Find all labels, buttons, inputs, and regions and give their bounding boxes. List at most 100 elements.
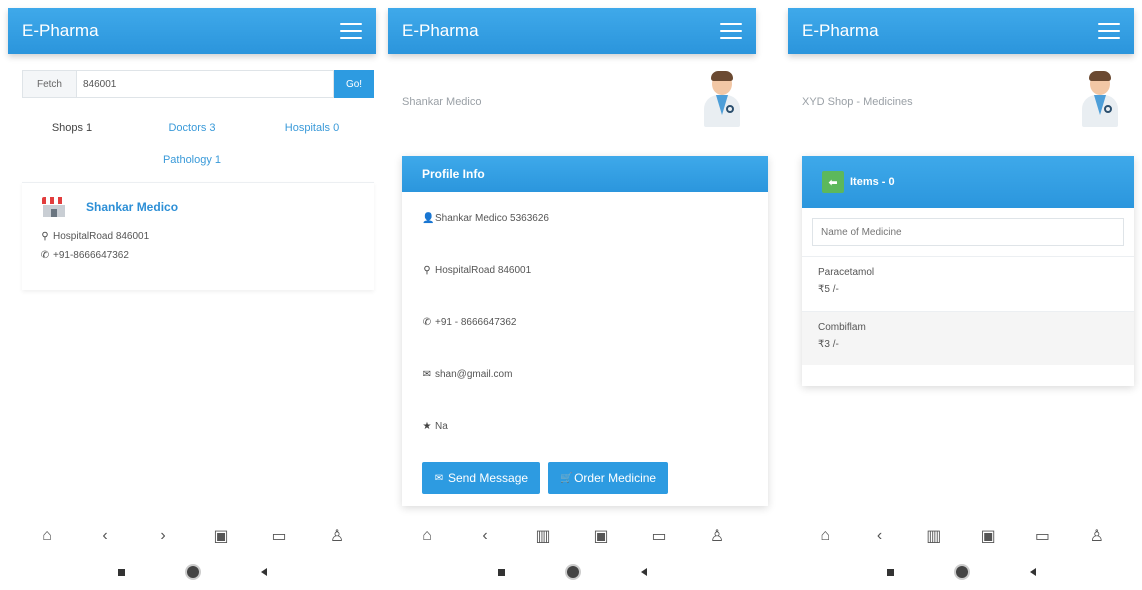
app-bar: E-Pharma [788,8,1134,54]
home-button-icon[interactable] [955,566,968,578]
home-button-icon[interactable] [186,566,199,578]
category-tabs: Shops 1 Doctors 3 Hospitals 0 Pathology … [8,116,376,172]
items-card-header: ⬅ Items - 0 [802,156,1134,208]
system-nav-bar [388,560,756,584]
shop-address-text: HospitalRoad 846001 [53,231,150,242]
doctor-avatar-icon [702,71,742,127]
tabs-icon[interactable]: ▣ [209,526,233,546]
medicine-price: ₹5 /- [818,284,839,295]
profile-card-title: Profile Info [402,156,768,192]
system-back-icon[interactable] [260,568,267,576]
folder-icon[interactable]: ▭ [267,526,291,546]
app-bar: E-Pharma [8,8,376,54]
shop-address: ⚲ HospitalRoad 846001 [40,231,356,242]
system-nav-bar [8,560,376,584]
browser-nav-bar: ⌂ ‹ › ▣ ▭ ♙ [8,516,376,556]
browser-nav-bar: ⌂ ‹ ▥ ▣ ▭ ♙ [388,516,756,556]
tab-hospitals[interactable]: Hospitals 0 [252,116,372,140]
phone-icon: ✆ [40,250,50,261]
folder-icon[interactable]: ▭ [647,526,671,546]
screen-medicines: E-Pharma XYD Shop - Medicines ⬅ Items - … [788,8,1134,590]
arrow-left-icon[interactable]: ⬅ [822,171,844,193]
profile-icon[interactable]: ♙ [325,526,349,546]
profile-card: Profile Info 👤 Shankar Medico 5363626 ⚲ … [402,156,768,506]
home-button-icon[interactable] [566,566,579,578]
order-medicine-label: Order Medicine [574,471,657,485]
app-title: E-Pharma [22,21,99,40]
shop-header: Shankar Medico [388,54,756,144]
store-icon [40,197,68,217]
tabs-icon[interactable]: ▣ [976,526,1000,546]
profile-rating: Na [435,420,448,432]
shop-phone: ✆ +91-8666647362 [40,250,356,261]
profile-actions: ✉ Send Message 🛒 Order Medicine [402,452,768,494]
forward-icon[interactable]: › [151,527,175,545]
star-icon: ★ [422,420,432,432]
send-message-button[interactable]: ✉ Send Message [422,462,541,494]
reader-icon[interactable]: ▥ [922,526,946,546]
shop-phone-text: +91-8666647362 [53,250,129,261]
back-icon[interactable]: ‹ [867,527,891,545]
phone-icon: ✆ [422,316,432,328]
recents-icon[interactable] [497,568,505,576]
shop-title: Shankar Medico [402,96,482,108]
profile-rating-row: ★ Na [402,400,768,452]
envelope-icon: ✉ [422,368,432,380]
profile-phone-row: ✆ +91 - 8666647362 [402,296,768,348]
fetch-label: Fetch [22,70,76,98]
browser-nav-bar: ⌂ ‹ ▥ ▣ ▭ ♙ [788,516,1134,556]
tab-pathology[interactable]: Pathology 1 [132,148,252,172]
system-nav-bar [788,560,1134,584]
profile-address-row: ⚲ HospitalRoad 846001 [402,244,768,296]
tab-doctors[interactable]: Doctors 3 [132,116,252,140]
message-icon: ✉ [434,472,444,484]
menu-icon[interactable] [1098,23,1120,39]
map-marker-icon: ⚲ [41,231,49,242]
fetch-bar: Fetch Go! [22,70,374,98]
map-marker-icon: ⚲ [423,264,431,276]
reader-icon[interactable]: ▥ [531,526,555,546]
profile-icon[interactable]: ♙ [1085,526,1109,546]
home-icon[interactable]: ⌂ [813,527,837,545]
tabs-icon[interactable]: ▣ [589,526,613,546]
doctor-avatar-icon [1080,71,1120,127]
back-icon[interactable]: ‹ [93,527,117,545]
tab-shops[interactable]: Shops 1 [12,116,132,140]
menu-icon[interactable] [340,23,362,39]
medicine-name: Paracetamol [818,267,875,278]
screen-search: E-Pharma Fetch Go! Shops 1 Doctors 3 Hos… [8,8,376,590]
profile-address: HospitalRoad 846001 [435,264,532,276]
folder-icon[interactable]: ▭ [1030,526,1054,546]
list-item[interactable]: Combiflam ₹3 /- [802,311,1134,365]
menu-icon[interactable] [720,23,742,39]
profile-icon[interactable]: ♙ [705,526,729,546]
order-medicine-button[interactable]: 🛒 Order Medicine [548,462,669,494]
send-message-label: Send Message [448,471,529,485]
cart-icon: 🛒 [560,472,573,484]
shop-title: XYD Shop - Medicines [802,96,913,108]
home-icon[interactable]: ⌂ [35,527,59,545]
medicine-price: ₹3 /- [818,339,839,350]
system-back-icon[interactable] [1029,568,1036,576]
shop-name-link[interactable]: Shankar Medico [86,200,178,214]
app-title: E-Pharma [802,21,879,40]
list-item[interactable]: Paracetamol ₹5 /- [802,257,1134,311]
recents-icon[interactable] [886,568,894,576]
back-icon[interactable]: ‹ [473,527,497,545]
profile-name: Shankar Medico 5363626 [435,212,549,224]
medicine-search [802,208,1134,257]
recents-icon[interactable] [117,568,125,576]
home-icon[interactable]: ⌂ [415,527,439,545]
items-count: Items - 0 [850,176,895,188]
items-card: ⬅ Items - 0 Paracetamol ₹5 /- Combiflam … [802,156,1134,386]
profile-email: shan@gmail.com [435,368,513,380]
system-back-icon[interactable] [640,568,647,576]
medicine-search-input[interactable] [812,218,1124,246]
profile-email-row: ✉ shan@gmail.com [402,348,768,400]
profile-phone: +91 - 8666647362 [435,316,517,328]
medicine-name: Combiflam [818,322,866,333]
app-bar: E-Pharma [388,8,756,54]
shop-card[interactable]: Shankar Medico ⚲ HospitalRoad 846001 ✆ +… [22,182,374,290]
go-button[interactable]: Go! [334,70,374,98]
pincode-input[interactable] [76,70,334,98]
